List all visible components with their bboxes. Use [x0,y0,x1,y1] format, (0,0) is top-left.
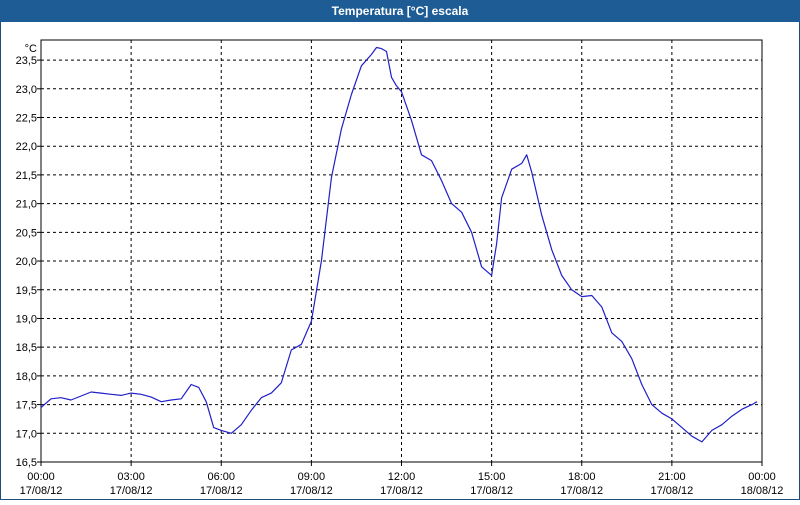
chart-title: Temperatura [°C] escala [331,4,469,18]
y-tick-label: 16,5 [16,457,37,469]
chart-area: 16,5 17,0 17,5 18,0 18,5 19,0 19,5 20,0 20,5 21,0… [0,22,800,500]
y-tick-label: 21,0 [16,199,37,211]
y-tick-label: 20,5 [16,227,37,239]
y-tick-label: 17,5 [16,400,37,412]
x-tick-date-label: 17/08/12 [470,485,513,497]
x-tick-date-label: 17/08/12 [20,485,63,497]
y-tick-label: 22,0 [16,141,37,153]
grid [41,40,762,463]
title-bar: Temperatura [°C] escala [0,0,800,22]
y-tick-label: 23,5 [16,55,37,67]
y-tick-label: 19,5 [16,285,37,297]
y-tick-label: 21,5 [16,170,37,182]
x-tick-time-label: 15:00 [478,471,506,483]
y-tick-label: 22,5 [16,113,37,125]
series [40,46,758,443]
x-tick-date-label: 17/08/12 [560,485,603,497]
temperature-series-line [40,46,758,443]
x-tick-date-label: 17/08/12 [110,485,153,497]
y-axis-unit-label: °C [25,43,37,55]
y-tick-label: 18,5 [16,342,37,354]
x-tick-time-label: 21:00 [658,471,686,483]
x-tick-time-label: 18:00 [568,471,596,483]
y-tick-label: 17,0 [16,428,37,440]
temperature-chart: 16,5 17,0 17,5 18,0 18,5 19,0 19,5 20,0 20,5 21,0… [16,39,784,497]
x-tick-date-label: 17/08/12 [200,485,243,497]
y-tick-label: 19,0 [16,313,37,325]
x-tick-date-label: 17/08/12 [290,485,333,497]
x-tick-time-label: 00:00 [27,471,55,483]
x-tick-time-label: 03:00 [117,471,145,483]
x-tick-date-label: 18/08/12 [741,485,784,497]
x-tick-date-label: 17/08/12 [380,485,423,497]
x-tick-time-label: 06:00 [207,471,235,483]
x-tick-date-label: 17/08/12 [650,485,693,497]
y-tick-label: 18,0 [16,371,37,383]
x-tick-time-label: 12:00 [388,471,416,483]
x-tick-time-label: 09:00 [298,471,326,483]
y-tick-label: 23,0 [16,84,37,96]
x-tick-time-label: 00:00 [748,471,776,483]
y-tick-label: 20,0 [16,256,37,268]
axes [37,39,763,466]
